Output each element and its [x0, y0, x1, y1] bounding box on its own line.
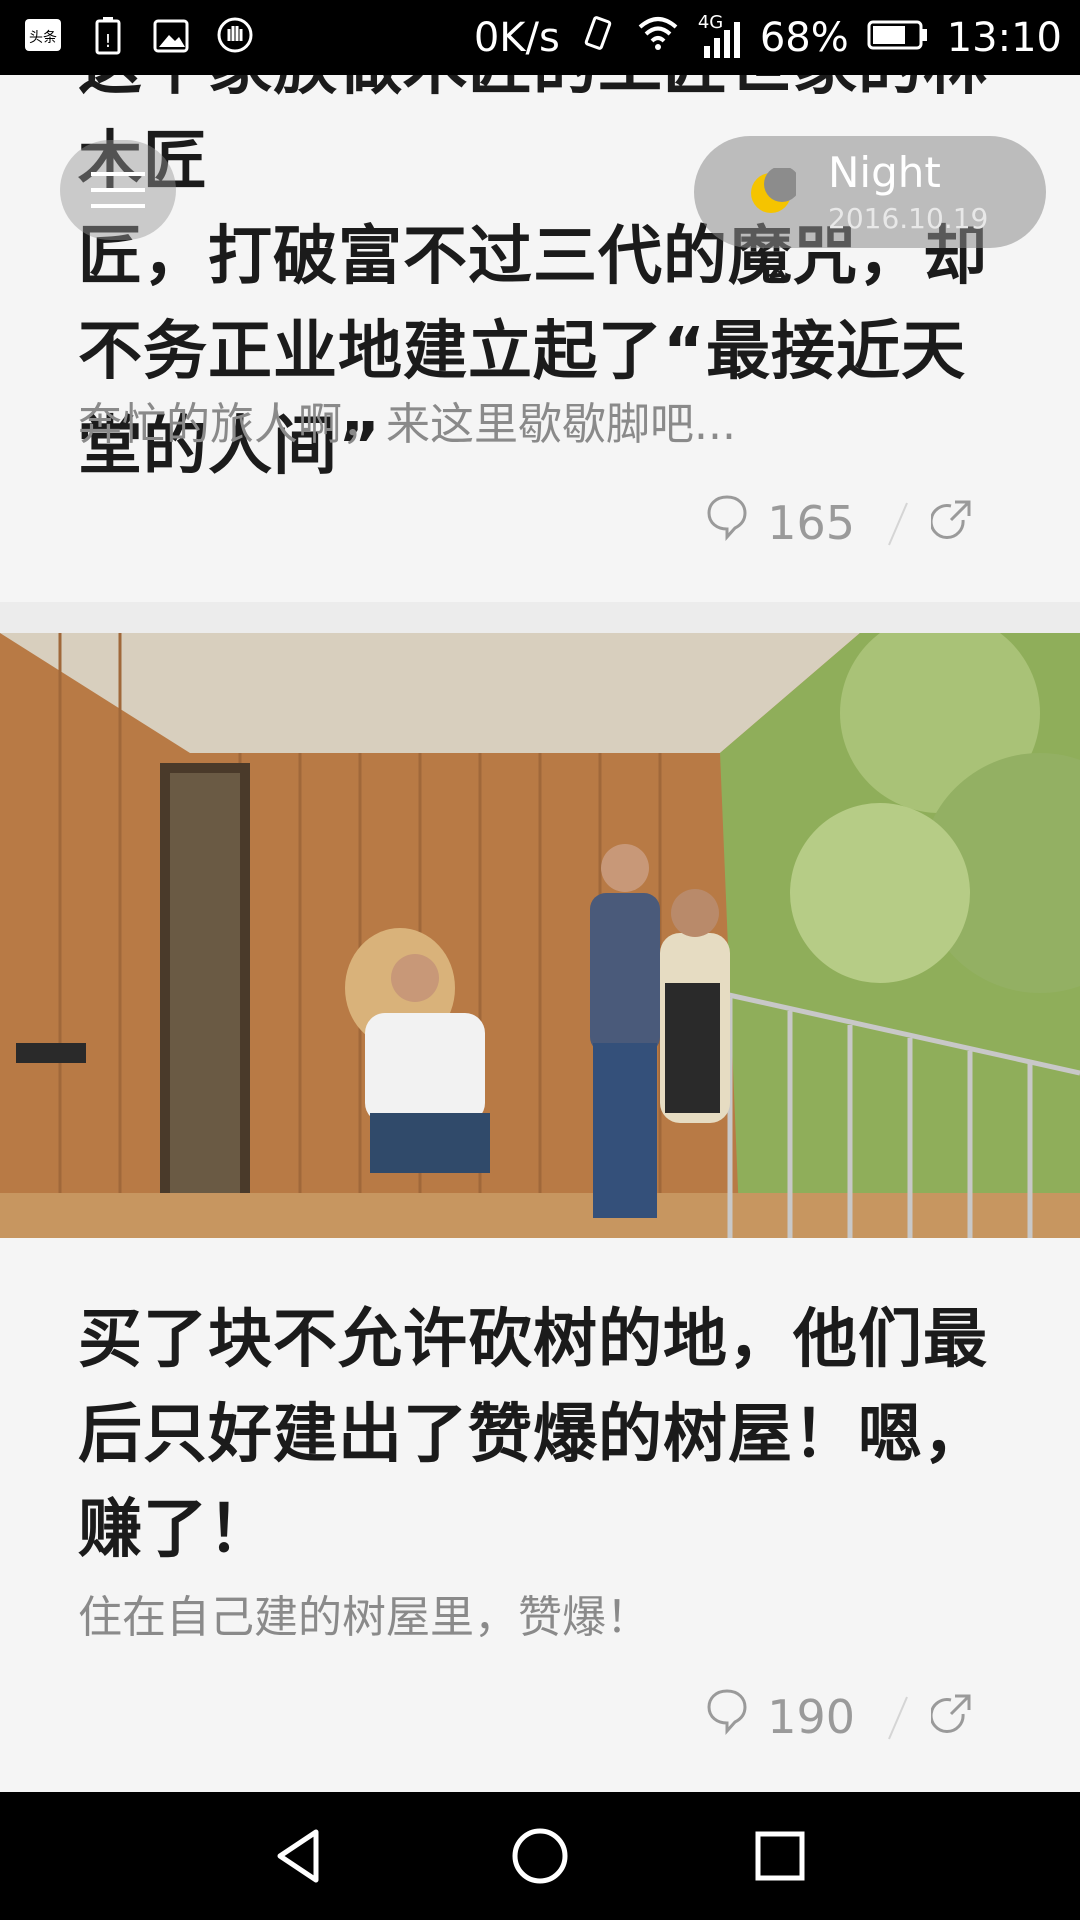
battery-icon	[867, 15, 929, 61]
comment-count: 165	[767, 496, 855, 550]
title-line: 后只好建出了赞爆的树屋！嗯，	[78, 1398, 988, 1472]
recents-icon[interactable]	[750, 1826, 810, 1886]
hand-icon	[214, 14, 256, 56]
article-photo[interactable]	[0, 633, 1080, 1238]
article-card-2[interactable]: 买了块不允许砍树的地，他们最 后只好建出了赞爆的树屋！嗯， 赚了！ 住在自己建的…	[0, 633, 1080, 1792]
hamburger-icon	[91, 172, 145, 208]
toutiao-app-icon: 头条	[22, 14, 64, 56]
status-bar: 头条 ! 0K/s 4G 68% 13:10	[0, 0, 1080, 75]
article-subtitle-1: 奔忙的旅人啊，来这里歇歇脚吧...	[78, 399, 736, 450]
clock: 13:10	[946, 14, 1062, 61]
card-separator	[0, 602, 1080, 633]
back-icon[interactable]	[270, 1826, 330, 1886]
article-subtitle-2: 住在自己建的树屋里，赞爆！	[78, 1592, 650, 1643]
comment-icon[interactable]	[705, 493, 749, 554]
home-icon[interactable]	[510, 1826, 570, 1886]
article-meta-1: 165	[705, 493, 975, 553]
article-meta-2: 190	[705, 1687, 975, 1747]
battery-alert-icon: !	[86, 14, 128, 56]
network-speed: 0K/s	[473, 14, 560, 61]
navigation-bar	[0, 1792, 1080, 1920]
comment-count: 190	[767, 1690, 855, 1744]
night-mode-toggle[interactable]: Night 2016.10.19	[694, 136, 1046, 248]
signal-icon: 4G	[698, 12, 742, 60]
status-right: 0K/s 4G 68% 13:10	[474, 0, 1062, 75]
status-left-icons: 头条 !	[22, 14, 256, 56]
night-mode-date: 2016.10.19	[828, 202, 989, 235]
image-icon	[150, 14, 192, 56]
share-icon[interactable]	[929, 1690, 975, 1745]
battery-percent: 68%	[759, 14, 849, 61]
moon-icon	[751, 168, 796, 213]
share-icon[interactable]	[929, 496, 975, 551]
divider-slash	[873, 1687, 913, 1747]
svg-text:头条: 头条	[29, 29, 57, 46]
title-line: 赚了！	[78, 1493, 273, 1567]
title-line: 不务正业地建立起了“最接近天	[78, 315, 967, 389]
menu-button[interactable]	[60, 140, 176, 240]
wifi-icon	[636, 15, 680, 61]
article-title-2[interactable]: 买了块不允许砍树的地，他们最 后只好建出了赞爆的树屋！嗯， 赚了！	[78, 1293, 1018, 1578]
comment-icon[interactable]	[705, 1687, 749, 1748]
vibrate-icon	[578, 13, 618, 63]
divider-slash	[873, 493, 913, 553]
title-line: 买了块不允许砍树的地，他们最	[78, 1303, 988, 1377]
night-mode-label: Night	[828, 148, 941, 197]
svg-text:!: !	[104, 31, 111, 52]
